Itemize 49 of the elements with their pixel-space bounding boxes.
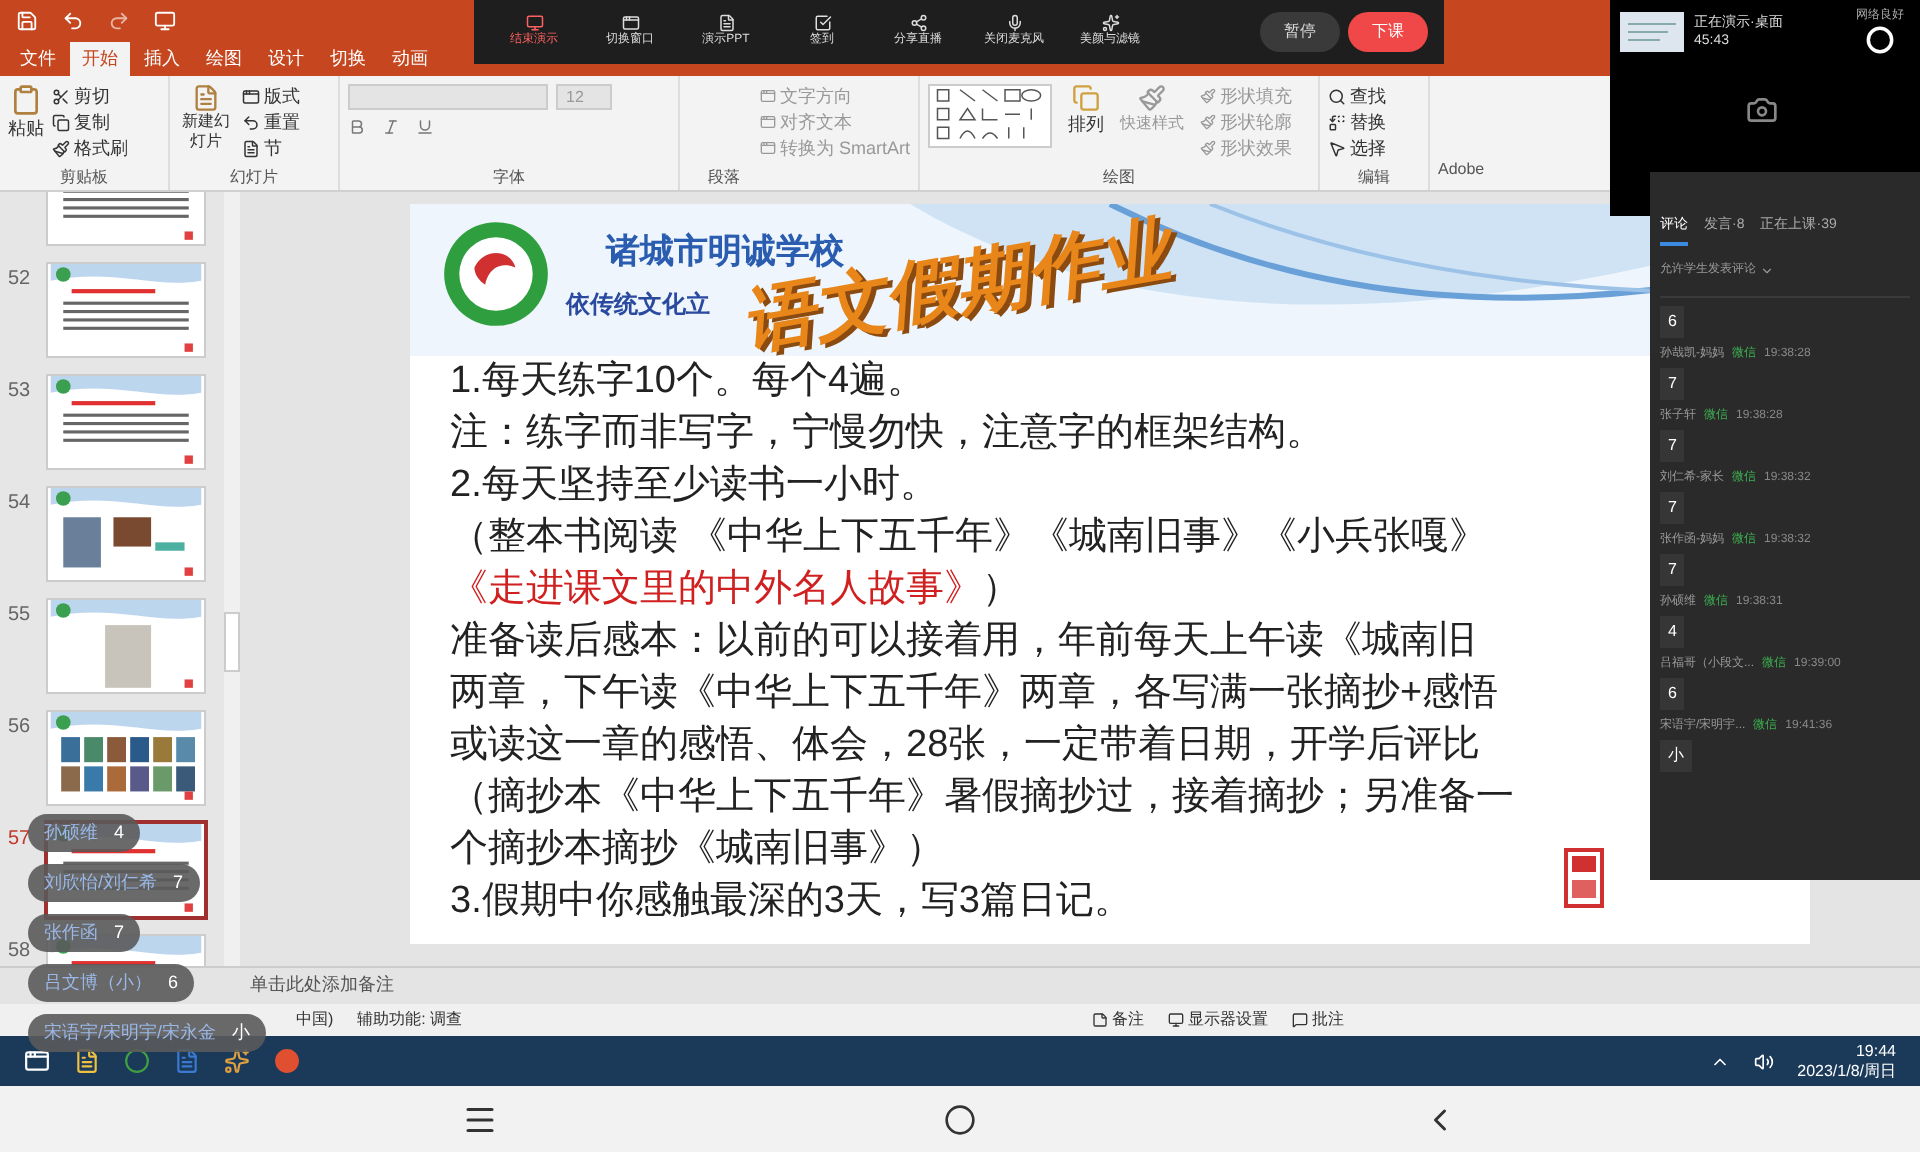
slide-number: 56 [8,714,31,742]
comment-text: 6 [1660,305,1685,337]
slide-text: 个摘抄本摘抄《城南旧事》） [450,828,944,870]
slide-text: （整本书阅读 《中华上下五千年》《城南旧事》《小兵张嘎》 [450,516,1487,558]
slide-text: 1.每天练字10个。每个4遍。 [450,360,926,402]
comment-text: 7 [1660,367,1685,399]
group-label: 段落 [708,166,740,190]
bubble-text: 6 [168,969,179,996]
group-label: 绘图 [1101,166,1137,190]
clock-time: 19:44 [1855,1041,1896,1061]
slide-text: ） [982,568,1020,610]
slide-text: 《走进课文里的中外名人故事》 [450,568,982,610]
bubble-text: 7 [173,869,184,896]
slide-number: 54 [8,490,31,518]
group-label: Adobe [1438,158,1485,182]
slide-text: 两章，下午读《中华上下五千年》两章，各写满一张摘抄+感悟 [450,672,1499,714]
bubble-text: 4 [114,819,125,846]
status-accessibility: 辅助功能: 调查 [357,1008,463,1032]
slide-number: 53 [8,378,31,406]
bubble-name: 孙硕维 [44,819,98,846]
comment-text: 7 [1660,553,1685,585]
slide-number: 58 [8,938,31,966]
bubble-name: 张作函 [44,919,98,946]
bubble-name: 宋语宇/宋明宇/宋永金 [44,1019,217,1046]
group-label: 编辑 [1356,166,1392,190]
slide-number: 57 [8,826,31,854]
bubble-name: 刘欣怡/刘仁希 [44,869,158,896]
slide-text: （摘抄本《中华上下五千年》暑假摘抄过，接着摘抄；另准备一 [450,776,1514,818]
bubble-text: 7 [114,919,125,946]
school-name: 诸城市明诚学校 [606,230,844,271]
slide-number: 55 [8,602,31,630]
slide-text: 3.假期中你感触最深的3天，写3篇日记。 [450,880,1132,922]
comment-text: 4 [1660,615,1685,647]
group-label: 幻灯片 [228,166,280,190]
group-label: 字体 [491,166,527,190]
bubble-name: 吕文博（小） [44,969,152,996]
slide-text: 准备读后感本：以前的可以接着用，年前每天上午读《城南旧 [450,620,1476,662]
bubble-text: 小 [232,1019,251,1046]
comment-text: 7 [1660,429,1685,461]
comment-text: 7 [1660,491,1685,523]
slide-text: 或读这一章的感悟、体会，28张，一定带着日期，开学后评比 [450,724,1481,766]
slide-text: 注：练字而非写字，宁慢勿快，注意字的框架结构。 [450,412,1324,454]
comment-text: 小 [1660,739,1692,771]
clock-date: 2023/1/8/周日 [1797,1061,1896,1081]
status-language: 中国) [296,1008,334,1032]
group-label: 剪贴板 [58,166,110,190]
slide-text: 2.每天坚持至少读书一小时。 [450,464,938,506]
slide-number: 52 [8,266,31,294]
comment-text: 6 [1660,677,1685,709]
